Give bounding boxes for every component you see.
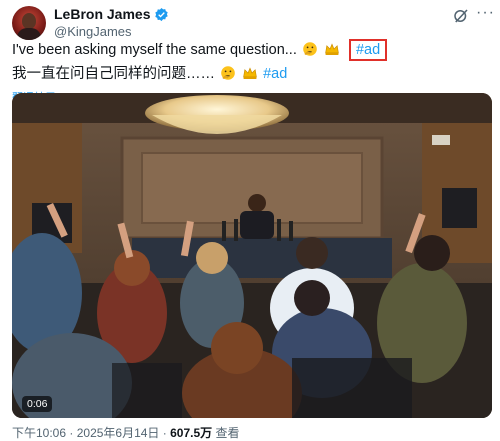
meta-separator: ·: [162, 426, 167, 440]
tweet-translation-text: 我一直在问自己同样的问题……: [12, 66, 215, 82]
grok-icon[interactable]: [452, 7, 470, 25]
post-date[interactable]: 2025年6月14日: [77, 426, 160, 440]
more-options-icon[interactable]: ···: [476, 4, 495, 22]
hashtag-link[interactable]: #ad: [263, 66, 287, 82]
video-frame-press-conference: [12, 93, 492, 418]
post-time[interactable]: 下午10:06: [12, 426, 66, 440]
avatar[interactable]: [12, 6, 46, 40]
post-meta: 下午10:06 · 2025年6月14日 · 607.5万 查看: [12, 424, 240, 441]
views-count: 607.5万: [170, 426, 213, 440]
crown-emoji-icon: [243, 67, 257, 79]
meta-separator: ·: [69, 426, 74, 440]
tweet-text-line-2: 我一直在问自己同样的问题…… #ad: [12, 62, 287, 83]
author-display-name[interactable]: LeBron James: [54, 6, 150, 22]
verified-badge-icon: [155, 7, 169, 21]
author-name-row: LeBron James: [54, 6, 169, 22]
hashtag-link[interactable]: #ad: [348, 39, 388, 61]
thinking-face-emoji-icon: [303, 42, 317, 56]
views-label: 查看: [215, 426, 240, 440]
author-handle[interactable]: @KingJames: [54, 24, 132, 39]
crown-emoji-icon: [325, 43, 339, 55]
tweet-text-line-1: I've been asking myself the same questio…: [12, 39, 388, 61]
video-player[interactable]: 0:06: [12, 93, 492, 418]
video-duration-badge: 0:06: [22, 396, 53, 412]
tweet-post: LeBron James @KingJames ··· I've been as…: [0, 0, 500, 440]
thinking-face-emoji-icon: [221, 66, 235, 80]
tweet-text: I've been asking myself the same questio…: [12, 42, 297, 58]
